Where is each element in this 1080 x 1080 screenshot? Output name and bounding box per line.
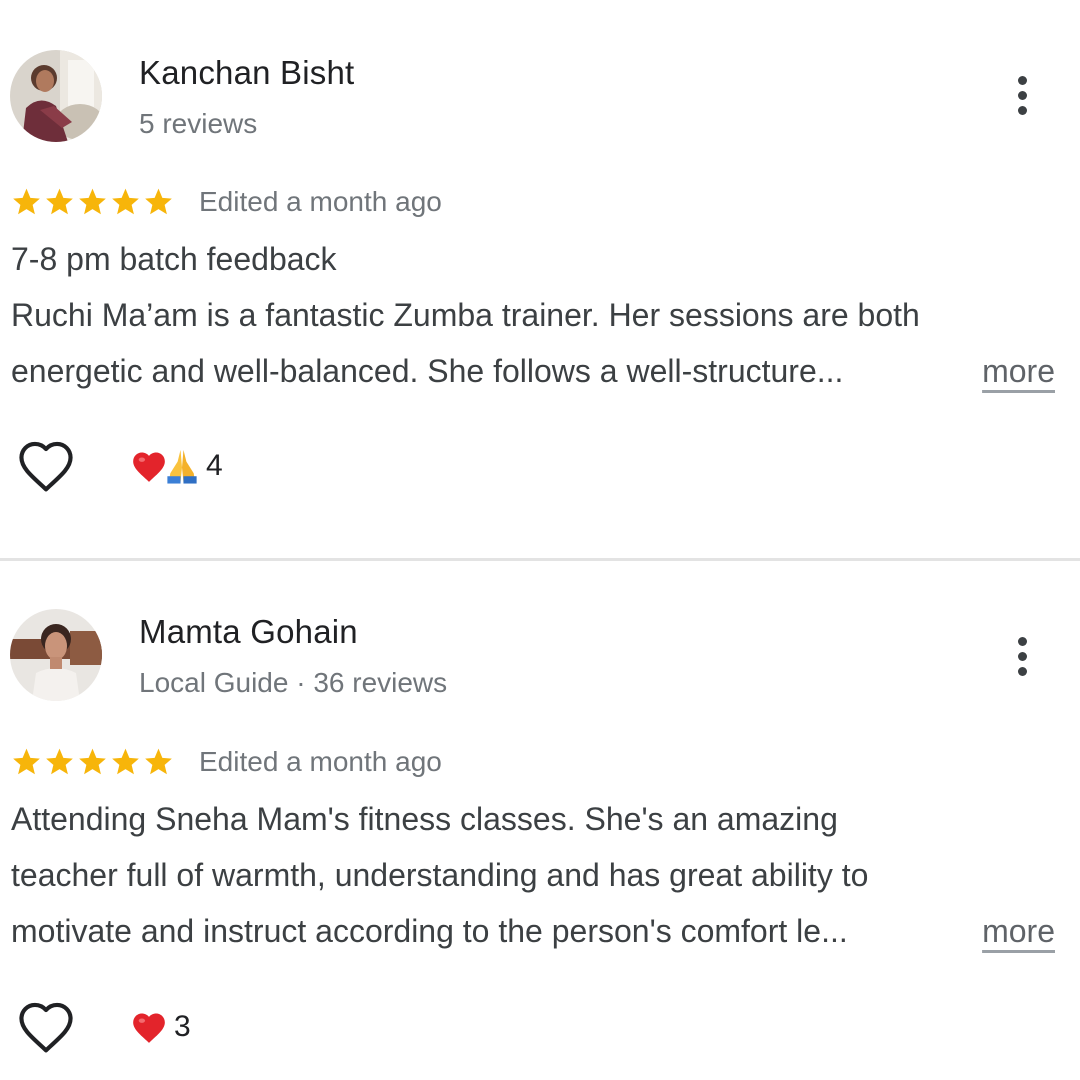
more-options-icon[interactable]	[1006, 631, 1040, 683]
review-text-line-last: energetic and well-balanced. She follows…	[11, 343, 1061, 399]
star-icon	[79, 188, 106, 215]
review-text-line: motivate and instruct according to the p…	[11, 913, 848, 949]
reaction-count: 3	[174, 1010, 191, 1043]
star-icon	[112, 188, 139, 215]
rating-row: Edited a month ago	[10, 744, 442, 780]
heart-outline-icon	[19, 1002, 73, 1053]
review-card: Kanchan Bisht 5 reviews Edited a month a…	[0, 0, 1080, 558]
star-icon	[46, 188, 73, 215]
star-icon	[13, 188, 40, 215]
heart-emoji-icon	[133, 1013, 165, 1043]
more-link[interactable]: more	[982, 903, 1055, 959]
reviewer-meta: 5 reviews	[139, 108, 258, 139]
review-text: Attending Sneha Mam's fitness classes. S…	[11, 791, 1061, 959]
star-icon	[13, 748, 40, 775]
review-card: Mamta Gohain Local Guide · 36 reviews Ed…	[0, 561, 1080, 1080]
reviewer-name[interactable]: Mamta Gohain	[139, 613, 358, 651]
like-button[interactable]	[14, 436, 78, 496]
star-icon	[46, 748, 73, 775]
review-date: Edited a month ago	[199, 186, 442, 217]
star-icon	[145, 748, 172, 775]
reaction-count: 4	[206, 449, 223, 482]
review-date: Edited a month ago	[199, 746, 442, 777]
folded-hands-emoji-icon	[167, 449, 197, 484]
review-text-line: teacher full of warmth, understanding an…	[11, 857, 869, 893]
star-rating	[10, 746, 175, 778]
star-rating	[10, 186, 175, 218]
review-text: 7-8 pm batch feedback Ruchi Ma’am is a f…	[11, 231, 1061, 399]
more-link[interactable]: more	[982, 343, 1055, 399]
rating-row: Edited a month ago	[10, 184, 442, 220]
heart-emoji-icon	[133, 452, 165, 482]
review-text-line: Ruchi Ma’am is a fantastic Zumba trainer…	[11, 297, 920, 333]
reviewer-meta: Local Guide · 36 reviews	[139, 667, 448, 698]
avatar-photo	[10, 50, 102, 142]
more-options-icon[interactable]	[1006, 70, 1040, 122]
reaction-summary[interactable]: 4	[130, 447, 223, 485]
like-button[interactable]	[14, 997, 78, 1057]
review-text-line-last: motivate and instruct according to the p…	[11, 903, 1061, 959]
star-icon	[112, 748, 139, 775]
avatar[interactable]	[10, 609, 102, 701]
reviewer-name[interactable]: Kanchan Bisht	[139, 54, 354, 92]
star-icon	[145, 188, 172, 215]
review-text-line: 7-8 pm batch feedback	[11, 241, 337, 277]
reaction-summary[interactable]: 3	[130, 1009, 191, 1045]
reactions-row: 4	[14, 436, 223, 496]
review-text-line: Attending Sneha Mam's fitness classes. S…	[11, 801, 838, 837]
reactions-row: 3	[14, 997, 191, 1057]
star-icon	[79, 748, 106, 775]
review-text-line: energetic and well-balanced. She follows…	[11, 353, 844, 389]
avatar-photo	[10, 609, 102, 701]
avatar[interactable]	[10, 50, 102, 142]
heart-outline-icon	[19, 441, 73, 492]
